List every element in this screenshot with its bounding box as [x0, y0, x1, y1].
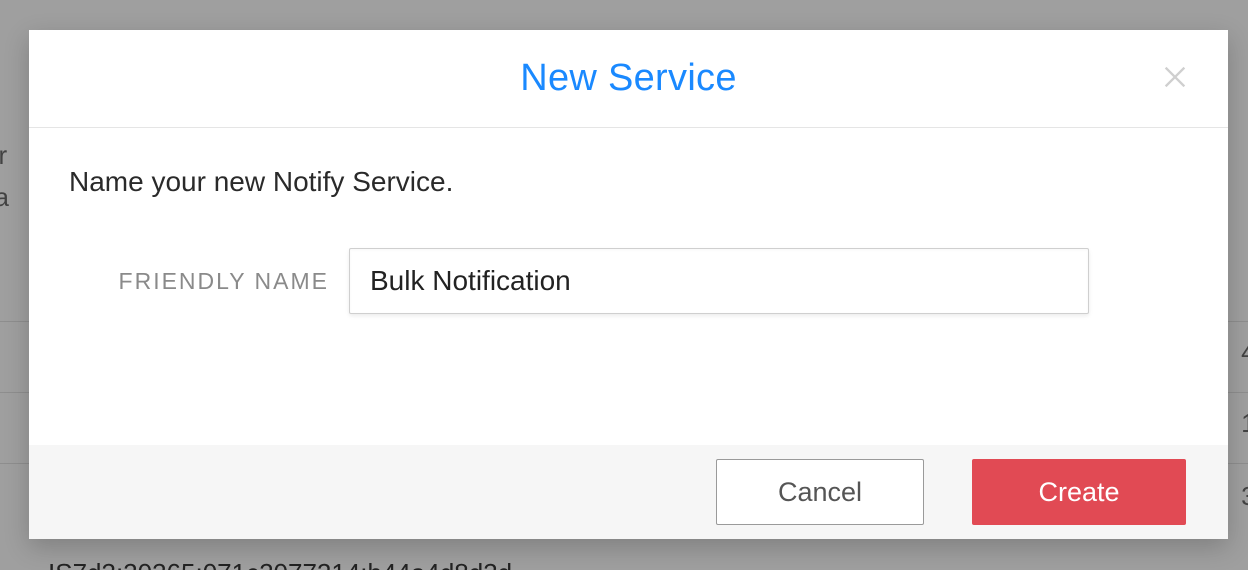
modal-header: New Service: [29, 30, 1228, 128]
create-button[interactable]: Create: [972, 459, 1186, 525]
friendly-name-input[interactable]: [349, 248, 1089, 314]
modal-instruction: Name your new Notify Service.: [69, 166, 1188, 198]
modal-footer: Cancel Create: [29, 445, 1228, 539]
friendly-name-label: FRIENDLY NAME: [69, 268, 349, 295]
new-service-modal: New Service Name your new Notify Service…: [29, 30, 1228, 539]
close-button[interactable]: [1156, 60, 1194, 98]
modal-body: Name your new Notify Service. FRIENDLY N…: [29, 128, 1228, 445]
modal-title: New Service: [520, 57, 737, 100]
bg-row-text: IS7d3:20365:071c2077214:b44a4d8d3d: [48, 558, 512, 570]
close-icon: [1161, 63, 1189, 94]
friendly-name-row: FRIENDLY NAME: [69, 248, 1188, 314]
cancel-button[interactable]: Cancel: [716, 459, 924, 525]
